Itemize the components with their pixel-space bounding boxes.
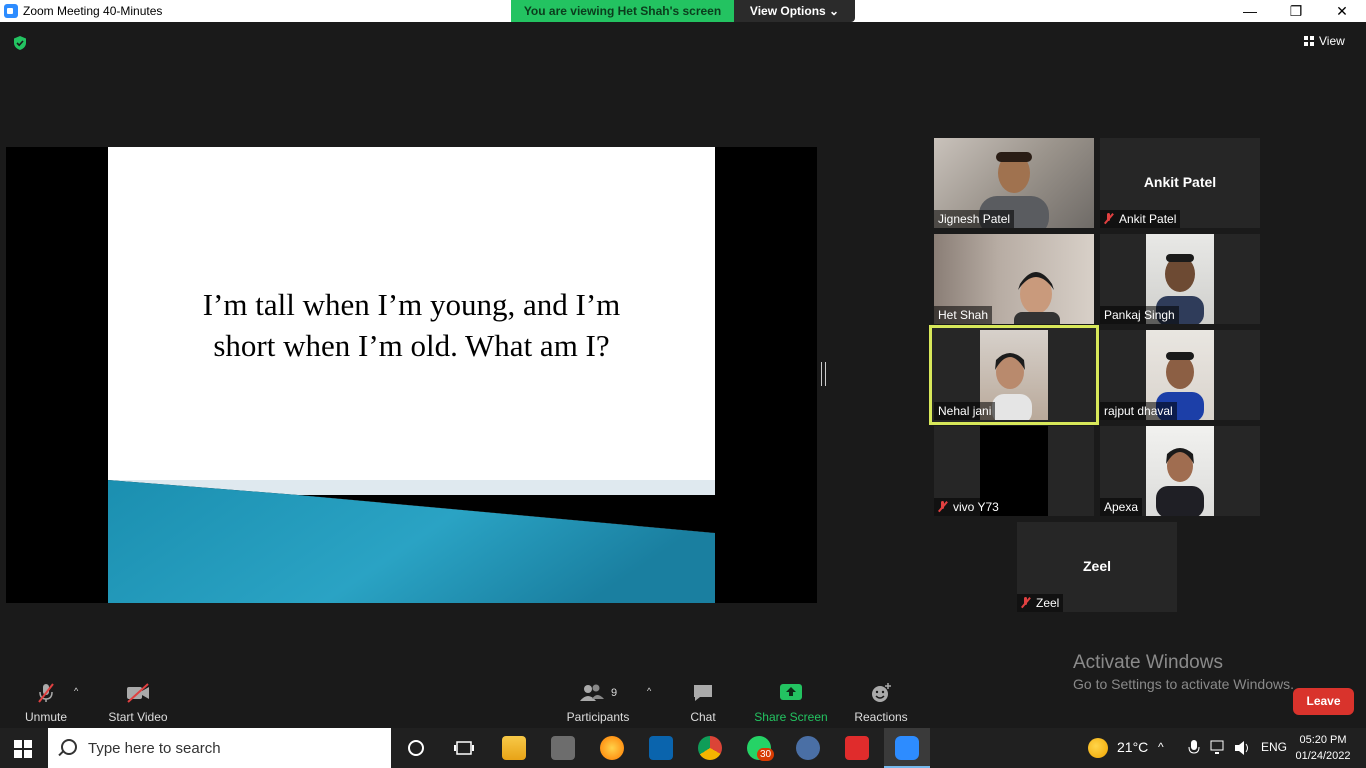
chat-button[interactable]: Chat [684,682,722,724]
agent-avatar-icon[interactable] [796,736,820,760]
participant-tile[interactable]: Jignesh Patel [934,138,1094,228]
participant-tile[interactable]: Het Shah [934,234,1094,324]
clock-time: 05:20 PM [1299,734,1347,746]
task-view-icon[interactable] [452,736,476,760]
reactions-smiley-icon [872,683,891,702]
video-camera-off-icon [127,683,149,703]
panel-splitter-handle[interactable] [821,362,826,386]
participant-name: Zeel [1036,596,1060,610]
participants-button[interactable]: 9 Participants [566,682,630,724]
volume-icon[interactable] [1234,740,1252,756]
outlook-icon[interactable] [649,736,673,760]
clock-date: 01/24/2022 [1295,750,1351,762]
zoom-taskbar-button[interactable] [884,728,930,768]
weather-temperature[interactable]: 21°C [1117,739,1148,755]
participant-name: Pankaj Singh [1100,306,1179,324]
input-language[interactable]: ENG [1261,740,1287,754]
participants-label: Participants [566,710,630,724]
search-icon [61,739,77,755]
viewing-screen-banner: You are viewing Het Shah's screen [511,0,734,22]
slide-line-2: short when I’m old. What am I? [213,328,610,363]
minimize-button[interactable]: — [1227,0,1273,22]
maximize-button[interactable]: ❐ [1273,0,1319,22]
share-screen-label: Share Screen [754,710,828,724]
microphone-tray-icon[interactable] [1188,740,1200,756]
participants-icon [579,684,604,701]
reactions-label: Reactions [854,710,908,724]
search-placeholder: Type here to search [88,740,221,757]
close-button[interactable]: ✕ [1319,0,1365,22]
zoom-icon [895,736,919,760]
presentation-slide: I’m tall when I’m young, and I’m short w… [108,147,715,603]
unmute-button[interactable]: Unmute [20,682,72,724]
participant-tile[interactable]: vivo Y73 [934,426,1094,516]
participant-name: rajput dhaval [1100,402,1177,420]
participant-name: Het Shah [934,306,993,324]
start-video-label: Start Video [108,710,168,724]
mic-muted-icon [938,501,947,512]
microphone-muted-icon [38,683,54,703]
share-screen-button[interactable]: Share Screen [754,682,828,724]
participant-name: Ankit Patel [1119,212,1177,226]
whatsapp-badge: 30 [757,748,775,761]
cortana-circle-icon[interactable] [404,736,428,760]
mic-muted-icon [1021,597,1030,608]
participant-tile[interactable]: Ankit Patel Ankit Patel [1100,138,1260,228]
participant-display-name: Ankit Patel [1143,174,1217,190]
participant-name: Apexa [1100,498,1143,516]
participant-name: vivo Y73 [953,500,999,514]
reactions-button[interactable]: Reactions [852,682,910,724]
zoom-app-icon [4,4,18,18]
unmute-label: Unmute [24,710,68,724]
chat-label: Chat [690,710,716,724]
slide-question-text: I’m tall when I’m young, and I’m short w… [138,284,685,366]
chrome-icon[interactable] [698,736,722,760]
network-icon[interactable] [1210,740,1228,756]
windows-taskbar: Type here to search 30 21°C ^ ENG 05:20 … [0,728,1366,768]
encryption-shield-icon[interactable] [12,35,28,51]
watermark-subtitle: Go to Settings to activate Windows. [1073,676,1294,692]
participant-tile-active-speaker[interactable]: Nehal jani [929,325,1099,425]
view-options-button[interactable]: View Options ⌄ [734,0,855,22]
participants-options-chevron-icon[interactable]: ^ [647,686,651,696]
taskbar-clock[interactable]: 05:20 PM 01/24/2022 [1290,732,1356,764]
person-silhouette [1156,448,1204,516]
slide-line-1: I’m tall when I’m young, and I’m [202,287,621,322]
participant-video [1146,426,1214,516]
slide-decoration [108,480,715,603]
participant-display-name: Zeel [1082,558,1111,574]
participant-tile[interactable]: Zeel Zeel [1017,522,1177,612]
flame-app-icon[interactable] [600,736,624,760]
tray-chevron-icon[interactable]: ^ [1158,740,1164,754]
mic-muted-icon [1104,213,1113,224]
share-screen-icon [780,684,802,700]
participants-count: 9 [610,687,618,699]
chat-bubble-icon [694,685,712,701]
window-title: Zoom Meeting 40-Minutes [23,4,163,18]
view-label: View [1319,34,1345,48]
taskbar-search-box[interactable]: Type here to search [48,728,391,768]
activate-windows-watermark: Activate Windows Go to Settings to activ… [1073,652,1294,692]
calculator-icon[interactable] [551,736,575,760]
pdf-reader-icon[interactable] [845,736,869,760]
start-video-button[interactable]: Start Video [104,682,172,724]
whatsapp-icon[interactable]: 30 [747,736,775,761]
participant-tile[interactable]: Pankaj Singh [1100,234,1260,324]
view-layout-button[interactable]: View [1304,34,1345,48]
file-explorer-icon[interactable] [502,736,526,760]
leave-meeting-button[interactable]: Leave [1293,688,1354,715]
windows-start-icon[interactable] [14,740,32,758]
watermark-title: Activate Windows [1073,652,1223,673]
participant-name: Jignesh Patel [934,210,1015,228]
participant-tile[interactable]: rajput dhaval [1100,330,1260,420]
participant-tile[interactable]: Apexa [1100,426,1260,516]
weather-icon[interactable] [1088,738,1108,758]
audio-options-chevron-icon[interactable]: ^ [74,686,78,696]
participant-name: Nehal jani [934,402,996,420]
grid-icon [1304,36,1314,46]
